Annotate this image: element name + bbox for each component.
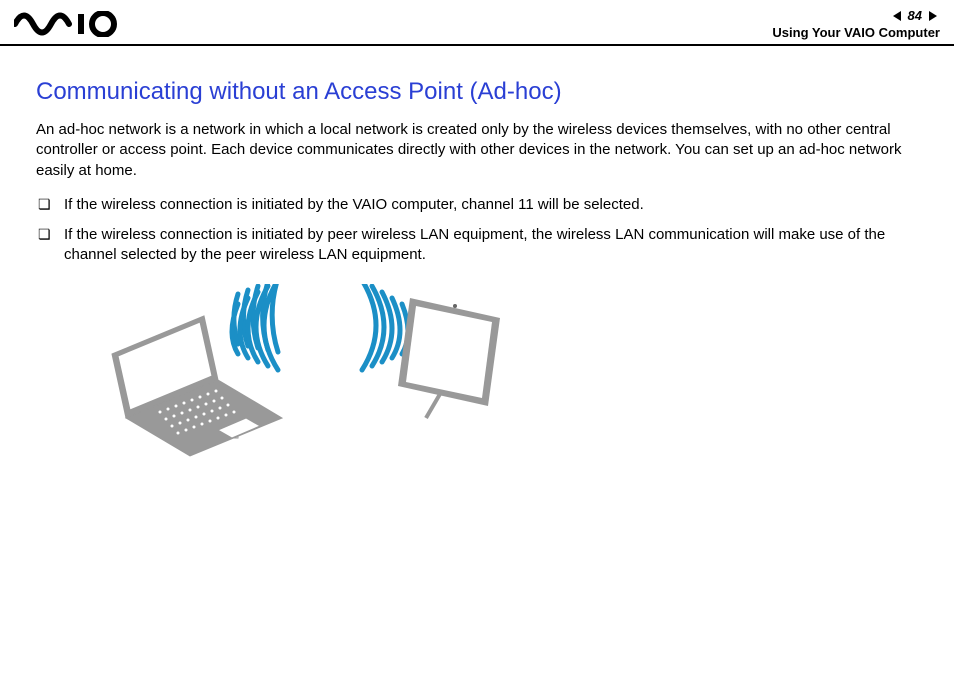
vaio-logo-icon [14, 11, 124, 37]
list-item: If the wireless connection is initiated … [36, 195, 918, 215]
adhoc-diagram-icon [86, 284, 506, 484]
bullet-list: If the wireless connection is initiated … [36, 195, 918, 266]
page-header: 84 Using Your VAIO Computer [0, 0, 954, 46]
section-label: Using Your VAIO Computer [772, 25, 940, 40]
intro-paragraph: An ad-hoc network is a network in which … [36, 120, 918, 181]
page-nav: 84 [890, 8, 940, 23]
prev-page-icon[interactable] [890, 9, 904, 23]
page-content: Communicating without an Access Point (A… [0, 46, 954, 489]
adhoc-illustration [86, 284, 918, 489]
list-item: If the wireless connection is initiated … [36, 225, 918, 266]
page-number: 84 [908, 8, 922, 23]
next-page-icon[interactable] [926, 9, 940, 23]
header-right: 84 Using Your VAIO Computer [772, 8, 940, 40]
section-heading: Communicating without an Access Point (A… [36, 78, 918, 106]
